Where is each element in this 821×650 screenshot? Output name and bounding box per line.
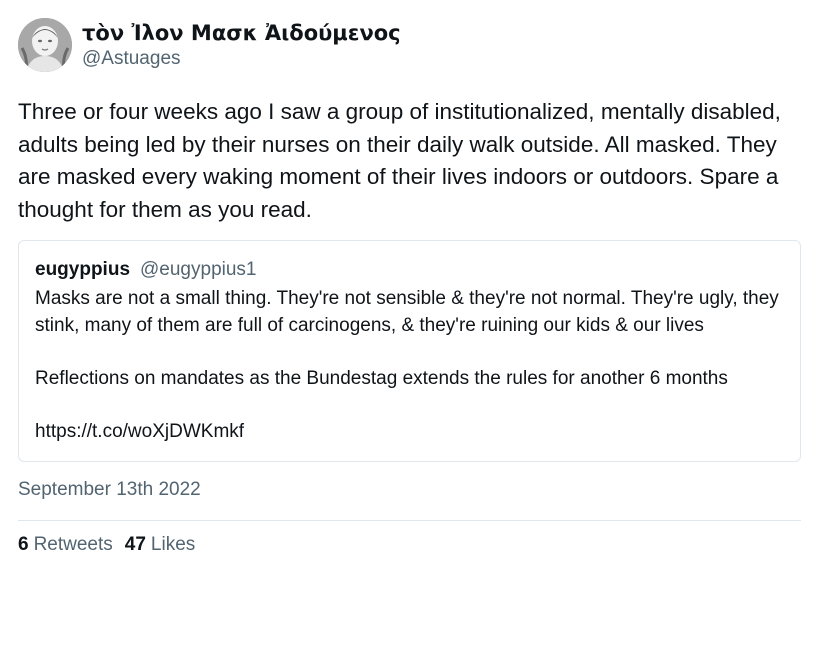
likes-count: 47 [124,534,146,555]
tweet-card: τὸν Ἰλον Μασκ Ἀιδούμενος @Astuages Three… [18,14,801,557]
author-handle[interactable]: @Astuages [82,47,401,71]
likes-label: Likes [150,534,196,555]
retweets-count: 6 [18,534,29,555]
quoted-author-name[interactable]: eugyppius [35,259,130,280]
classical-bust-avatar-icon [18,18,72,72]
avatar[interactable] [18,18,72,72]
quoted-tweet-header: eugyppius @eugyppius1 [35,258,784,282]
tweet-text: Three or four weeks ago I saw a group of… [18,99,781,222]
tweet-header: τὸν Ἰλον Μασκ Ἀιδούμενος @Astuages [18,14,801,76]
quoted-tweet[interactable]: eugyppius @eugyppius1 Masks are not a sma… [18,240,801,462]
quoted-author-handle[interactable]: @eugyppius1 [140,259,256,280]
author-display-name[interactable]: τὸν Ἰλον Μασκ Ἀιδούμενος [82,20,401,46]
retweets-label: Retweets [33,534,113,555]
quoted-paragraph: Reflections on mandates as the Bundestag… [35,368,728,389]
tweet-stats: 6 Retweets 47 Likes [18,533,801,557]
quoted-paragraph: Masks are not a small thing. They're not… [35,288,779,336]
likes-stat[interactable]: 47 Likes [125,533,196,557]
author-names: τὸν Ἰλον Μασκ Ἀιδούμενος @Astuages [82,20,401,71]
retweets-stat[interactable]: 6 Retweets [18,533,113,557]
tweet-date[interactable]: September 13th 2022 [18,478,801,502]
quoted-link[interactable]: https://t.co/woXjDWKmkf [35,418,784,445]
divider [18,520,801,521]
quoted-tweet-text: Masks are not a small thing. They're not… [35,285,784,445]
